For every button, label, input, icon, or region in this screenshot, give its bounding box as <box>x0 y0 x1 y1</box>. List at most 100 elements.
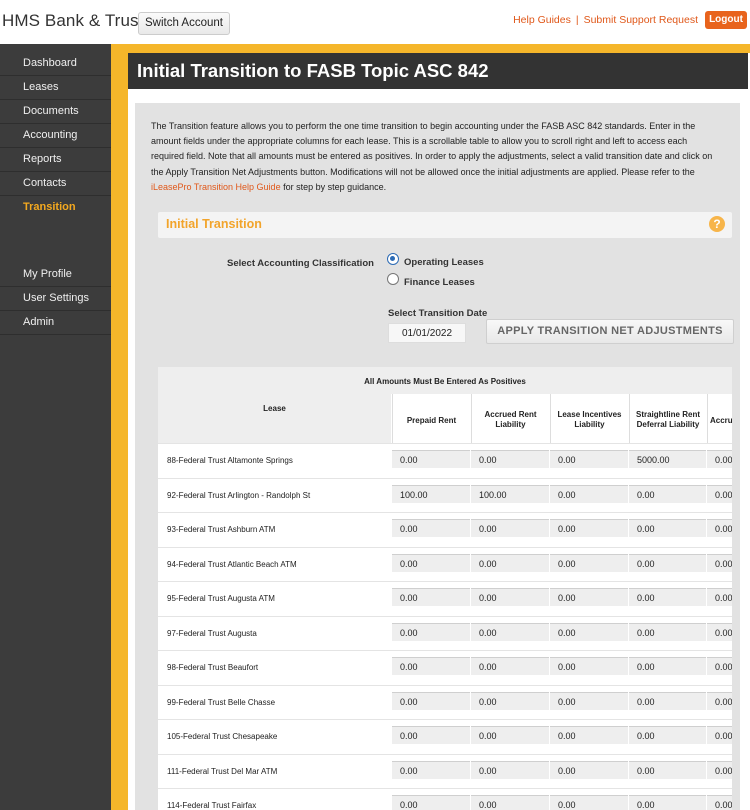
prepaid-rent-input[interactable]: 0.00 <box>392 726 470 744</box>
lease-name: 92-Federal Trust Arlington - Randolph St <box>167 490 311 500</box>
table-row: 97-Federal Trust Augusta 0.00 0.00 0.00 … <box>158 615 732 651</box>
intro-body: The Transition feature allows you to per… <box>151 121 713 177</box>
header-prepaid-rent: Prepaid Rent <box>392 394 470 443</box>
prepaid-rent-input[interactable]: 0.00 <box>392 519 470 537</box>
straightline-rent-input[interactable]: 0.00 <box>629 795 706 810</box>
next-column-input[interactable]: 0.00 <box>707 588 732 606</box>
next-column-input[interactable]: 0.00 <box>707 519 732 537</box>
accrued-rent-input[interactable]: 0.00 <box>471 519 549 537</box>
sidebar: Dashboard Leases Documents Accounting Re… <box>0 44 111 810</box>
sidebar-item-admin[interactable]: Admin <box>0 311 111 335</box>
straightline-rent-input[interactable]: 0.00 <box>629 553 706 572</box>
finance-leases-radio[interactable] <box>387 273 399 285</box>
lease-incentives-input[interactable]: 0.00 <box>550 726 628 744</box>
prepaid-rent-input[interactable]: 0.00 <box>392 450 470 468</box>
straightline-rent-input[interactable]: 0.00 <box>629 691 706 710</box>
accrued-rent-input[interactable]: 0.00 <box>471 760 549 779</box>
prepaid-rent-input[interactable]: 0.00 <box>392 795 470 810</box>
next-column-input[interactable]: 0.00 <box>707 726 732 744</box>
sidebar-item-documents[interactable]: Documents <box>0 100 111 124</box>
table-header: Lease Prepaid Rent Accrued Rent Liability… <box>158 394 732 443</box>
lease-name: 88-Federal Trust Altamonte Springs <box>167 456 293 465</box>
straightline-rent-input[interactable]: 5000.00 <box>629 450 706 468</box>
next-column-input[interactable]: 0.00 <box>707 450 732 468</box>
lease-name: 105-Federal Trust Chesapeake <box>167 732 278 741</box>
accrued-rent-input[interactable]: 0.00 <box>471 450 549 468</box>
operating-leases-label[interactable]: Operating Leases <box>404 257 484 268</box>
prepaid-rent-input[interactable]: 0.00 <box>392 657 470 675</box>
next-column-input[interactable]: 0.00 <box>707 484 732 503</box>
intro-suffix: for step by step guidance. <box>280 181 387 192</box>
lease-name: 93-Federal Trust Ashburn ATM <box>167 525 276 534</box>
lease-incentives-input[interactable]: 0.00 <box>550 588 628 606</box>
straightline-rent-input[interactable]: 0.00 <box>629 760 706 779</box>
next-column-input[interactable]: 0.00 <box>707 795 732 810</box>
lease-incentives-input[interactable]: 0.00 <box>550 795 628 810</box>
lease-incentives-input[interactable]: 0.00 <box>550 622 628 641</box>
next-column-input[interactable]: 0.00 <box>707 691 732 710</box>
apply-transition-button[interactable]: APPLY TRANSITION NET ADJUSTMENTS <box>486 319 734 344</box>
accrued-rent-input[interactable]: 0.00 <box>471 588 549 606</box>
submit-support-link[interactable]: Submit Support Request <box>584 14 698 26</box>
lease-incentives-input[interactable]: 0.00 <box>550 553 628 572</box>
accrued-rent-input[interactable]: 0.00 <box>471 657 549 675</box>
help-icon[interactable]: ? <box>709 216 725 232</box>
sidebar-item-contacts[interactable]: Contacts <box>0 172 111 196</box>
next-column-input[interactable]: 0.00 <box>707 760 732 779</box>
transition-table[interactable]: All Amounts Must Be Entered As Positives… <box>158 367 732 810</box>
prepaid-rent-input[interactable]: 0.00 <box>392 588 470 606</box>
transition-help-guide-link[interactable]: iLeasePro Transition Help Guide <box>151 182 281 192</box>
straightline-rent-input[interactable]: 0.00 <box>629 519 706 537</box>
sidebar-item-reports[interactable]: Reports <box>0 148 111 172</box>
prepaid-rent-input[interactable]: 100.00 <box>392 484 470 503</box>
lease-incentives-input[interactable]: 0.00 <box>550 484 628 503</box>
top-header: HMS Bank & Trust Switch Account Help Gui… <box>0 0 750 44</box>
operating-leases-radio[interactable] <box>387 253 399 265</box>
lease-incentives-input[interactable]: 0.00 <box>550 657 628 675</box>
sidebar-item-leases[interactable]: Leases <box>0 76 111 100</box>
link-separator: | <box>575 14 579 26</box>
finance-leases-label[interactable]: Finance Leases <box>404 277 475 288</box>
table-caption: All Amounts Must Be Entered As Positives <box>364 377 526 386</box>
help-guides-link[interactable]: Help Guides <box>513 14 571 26</box>
lease-name: 99-Federal Trust Belle Chasse <box>167 697 276 707</box>
sidebar-item-user-settings[interactable]: User Settings <box>0 287 111 311</box>
prepaid-rent-input[interactable]: 0.00 <box>392 760 470 779</box>
sidebar-item-my-profile[interactable]: My Profile <box>0 263 111 287</box>
lease-incentives-input[interactable]: 0.00 <box>550 760 628 779</box>
accrued-rent-input[interactable]: 0.00 <box>471 622 549 641</box>
accrued-rent-input[interactable]: 0.00 <box>471 691 549 710</box>
lease-incentives-input[interactable]: 0.00 <box>550 691 628 710</box>
initial-transition-section: Initial Transition ? <box>158 212 732 238</box>
straightline-rent-input[interactable]: 0.00 <box>629 622 706 641</box>
next-column-input[interactable]: 0.00 <box>707 657 732 675</box>
next-column-input[interactable]: 0.00 <box>707 622 732 641</box>
lease-incentives-input[interactable]: 0.00 <box>550 450 628 468</box>
straightline-rent-input[interactable]: 0.00 <box>629 657 706 675</box>
sidebar-item-dashboard[interactable]: Dashboard <box>0 52 111 76</box>
table-row: 92-Federal Trust Arlington - Randolph St… <box>158 477 732 513</box>
straightline-rent-input[interactable]: 0.00 <box>629 484 706 503</box>
accrued-rent-input[interactable]: 0.00 <box>471 726 549 744</box>
prepaid-rent-input[interactable]: 0.00 <box>392 691 470 710</box>
next-column-input[interactable]: 0.00 <box>707 553 732 572</box>
lease-name: 94-Federal Trust Atlantic Beach ATM <box>167 559 297 569</box>
table-row: 114-Federal Trust Fairfax 0.00 0.00 0.00… <box>158 788 732 810</box>
sidebar-item-transition[interactable]: Transition <box>0 196 111 219</box>
transition-date-input[interactable]: 01/01/2022 <box>388 323 466 343</box>
header-straightline-rent: Straightline Rent Deferral Liability <box>629 394 706 443</box>
prepaid-rent-input[interactable]: 0.00 <box>392 553 470 572</box>
accrued-rent-input[interactable]: 100.00 <box>471 484 549 503</box>
accrued-rent-input[interactable]: 0.00 <box>471 553 549 572</box>
brand-logo: HMS Bank & Trust <box>2 11 144 30</box>
straightline-rent-input[interactable]: 0.00 <box>629 588 706 606</box>
sidebar-item-accounting[interactable]: Accounting <box>0 124 111 148</box>
prepaid-rent-input[interactable]: 0.00 <box>392 622 470 641</box>
lease-incentives-input[interactable]: 0.00 <box>550 519 628 537</box>
straightline-rent-input[interactable]: 0.00 <box>629 726 706 744</box>
accrued-rent-input[interactable]: 0.00 <box>471 795 549 810</box>
switch-account-button[interactable]: Switch Account <box>138 12 230 35</box>
header-lease-incentives: Lease Incentives Liability <box>550 394 628 443</box>
logout-button[interactable]: Logout <box>705 11 747 29</box>
